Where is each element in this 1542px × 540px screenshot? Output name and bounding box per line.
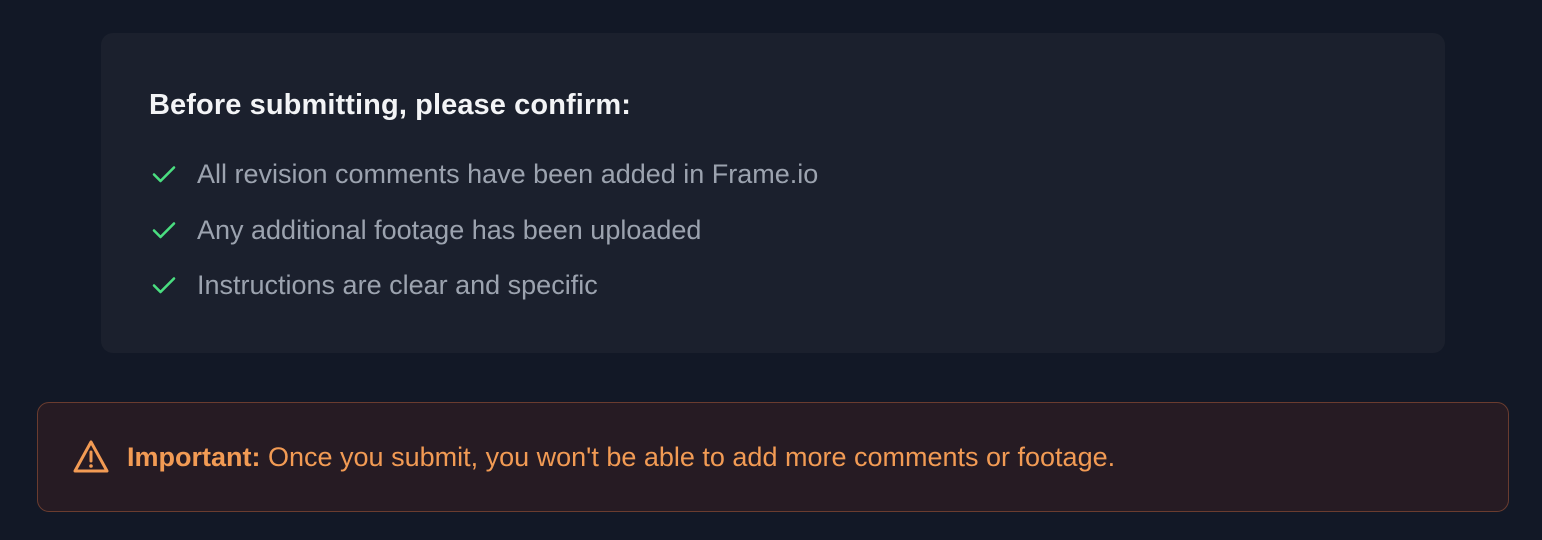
check-icon xyxy=(149,270,179,300)
checklist-item: Instructions are clear and specific xyxy=(149,265,1397,305)
check-icon xyxy=(149,159,179,189)
confirmation-checklist-card: Before submitting, please confirm: All r… xyxy=(101,33,1445,353)
checklist-item: All revision comments have been added in… xyxy=(149,154,1397,194)
submission-warning-banner: Important: Once you submit, you won't be… xyxy=(37,402,1509,512)
checklist-title: Before submitting, please confirm: xyxy=(149,89,631,121)
warning-label: Important: xyxy=(127,442,261,472)
warning-message: Important: Once you submit, you won't be… xyxy=(127,440,1115,474)
confirmation-checklist: All revision comments have been added in… xyxy=(149,154,1397,305)
alert-triangle-icon xyxy=(71,437,111,477)
checklist-item-label: Instructions are clear and specific xyxy=(197,270,598,300)
checklist-item: Any additional footage has been uploaded xyxy=(149,210,1397,250)
checklist-item-label: All revision comments have been added in… xyxy=(197,159,819,189)
check-icon xyxy=(149,215,179,245)
warning-text: Once you submit, you won't be able to ad… xyxy=(268,442,1116,472)
checklist-item-label: Any additional footage has been uploaded xyxy=(197,214,702,245)
